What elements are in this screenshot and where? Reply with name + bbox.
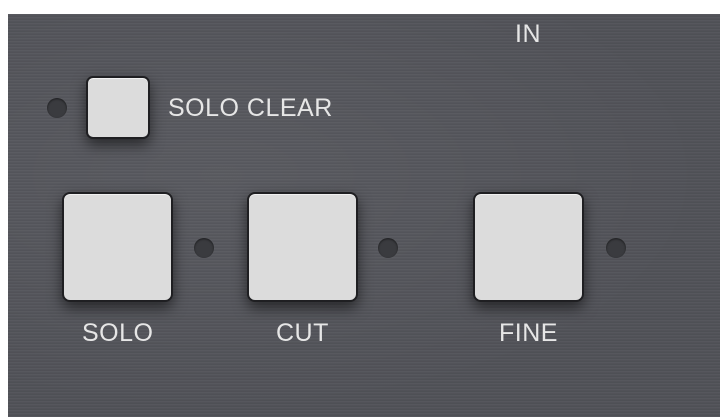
- cut-indicator-led: [378, 238, 398, 258]
- cut-label: CUT: [276, 319, 329, 347]
- cut-button[interactable]: [247, 192, 358, 302]
- solo-button[interactable]: [62, 192, 173, 302]
- solo-clear-indicator-led: [47, 98, 67, 118]
- control-panel: IN SOLO CLEAR SOLO CUT FINE: [8, 14, 720, 417]
- solo-label: SOLO: [82, 319, 154, 347]
- fine-indicator-led: [606, 238, 626, 258]
- solo-indicator-led: [194, 238, 214, 258]
- fine-button[interactable]: [473, 192, 584, 302]
- in-label: IN: [515, 20, 541, 48]
- fine-label: FINE: [499, 319, 558, 347]
- solo-clear-label: SOLO CLEAR: [168, 94, 333, 122]
- solo-clear-button[interactable]: [86, 76, 150, 139]
